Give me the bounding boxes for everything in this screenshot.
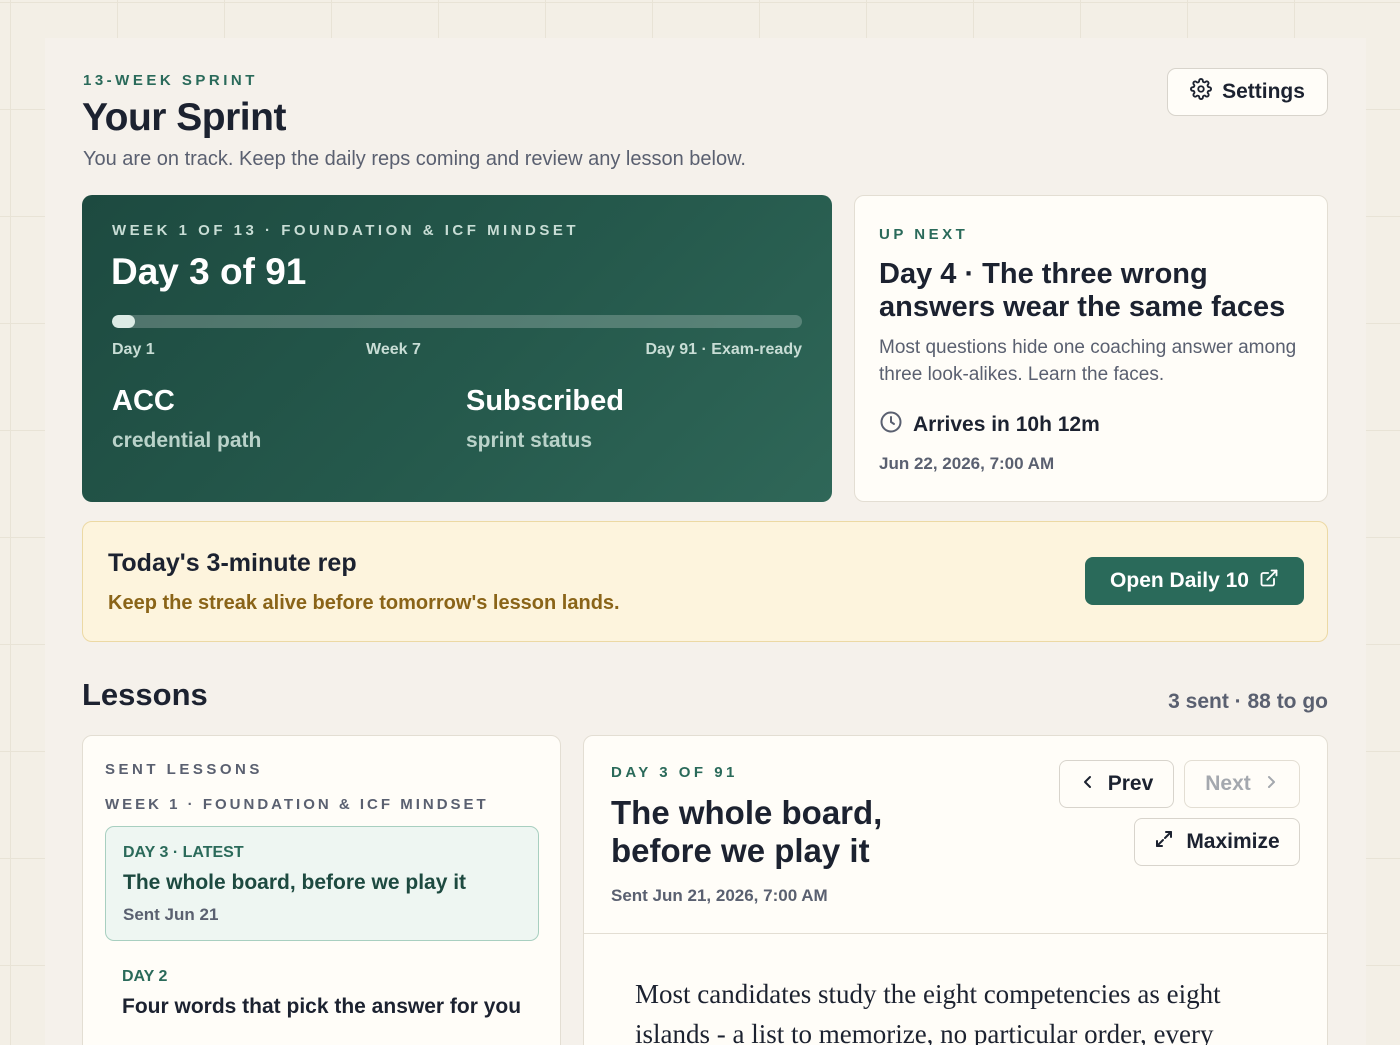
week-label: WEEK 1 OF 13 · FOUNDATION & ICF MINDSET [112, 222, 580, 239]
milestone-mid: Week 7 [366, 341, 421, 358]
lesson-body: Most candidates study the eight competen… [635, 979, 1221, 1045]
settings-button[interactable]: Settings [1167, 68, 1328, 116]
daily-rep-title: Today's 3-minute rep [108, 549, 357, 577]
up-next-title: Day 4 · The three wrong answers wear the… [879, 258, 1286, 323]
next-button[interactable]: Next [1184, 760, 1300, 808]
arrival-date: Jun 22, 2026, 7:00 AM [879, 454, 1055, 473]
credential-label: credential path [112, 429, 262, 452]
prev-label: Prev [1107, 772, 1154, 795]
daily-rep-subtitle: Keep the streak alive before tomorrow's … [108, 592, 620, 614]
clock-icon [879, 410, 903, 440]
sprint-panel: 13-WEEK SPRINT Your Sprint You are on tr… [45, 38, 1366, 1045]
up-next-eyebrow: UP NEXT [879, 226, 969, 243]
page-subtitle: You are on track. Keep the daily reps co… [83, 148, 746, 170]
lessons-heading: Lessons [82, 677, 208, 712]
day-counter: Day 3 of 91 [111, 251, 307, 292]
daily-rep-banner: Today's 3-minute rep Keep the streak ali… [82, 521, 1328, 642]
chevron-right-icon [1263, 772, 1279, 796]
lesson-item-day-3[interactable]: DAY 3 · LATEST The whole board, before w… [105, 826, 539, 941]
milestone-end: Day 91 · Exam-ready [645, 341, 802, 358]
maximize-button[interactable]: Maximize [1134, 818, 1300, 866]
prev-button[interactable]: Prev [1059, 760, 1174, 808]
lesson-sent-date: Sent Jun 21 [123, 905, 219, 924]
credential-value: ACC [112, 385, 175, 417]
page-title: Your Sprint [82, 96, 286, 139]
sent-lessons-eyebrow: SENT LESSONS [105, 761, 263, 778]
lesson-reader: DAY 3 OF 91 The whole board, before we p… [583, 735, 1328, 1045]
sprint-progress-card: WEEK 1 OF 13 · FOUNDATION & ICF MINDSET … [82, 195, 832, 502]
week-group-label: WEEK 1 · FOUNDATION & ICF MINDSET [105, 796, 489, 813]
external-link-icon [1259, 568, 1279, 594]
settings-label: Settings [1222, 80, 1305, 103]
lesson-day-label: DAY 3 · LATEST [123, 844, 244, 861]
lesson-title: The whole board, before we play it [123, 871, 467, 894]
status-label: sprint status [466, 429, 593, 452]
maximize-label: Maximize [1186, 830, 1280, 853]
arrival-text: Arrives in 10h 12m [913, 413, 1100, 436]
lesson-title: Four words that pick the answer for you [122, 995, 522, 1018]
gear-icon [1190, 78, 1213, 106]
open-daily-label: Open Daily 10 [1110, 569, 1249, 592]
reader-sent-date: Sent Jun 21, 2026, 7:00 AM [611, 886, 828, 905]
next-label: Next [1205, 772, 1251, 795]
chevron-left-icon [1080, 772, 1096, 796]
open-daily-10-button[interactable]: Open Daily 10 [1085, 557, 1304, 605]
sent-lessons-list: SENT LESSONS WEEK 1 · FOUNDATION & ICF M… [82, 735, 561, 1045]
reader-day-label: DAY 3 OF 91 [611, 764, 738, 781]
reader-title: The whole board, before we play it [611, 794, 883, 869]
progress-fill [112, 315, 135, 328]
up-next-card: UP NEXT Day 4 · The three wrong answers … [854, 195, 1328, 502]
sprint-progress-bar [112, 315, 802, 328]
page-eyebrow: 13-WEEK SPRINT [83, 72, 258, 89]
status-value: Subscribed [466, 385, 624, 417]
maximize-icon [1154, 829, 1174, 855]
lesson-item-day-2[interactable]: DAY 2 Four words that pick the answer fo… [105, 954, 539, 1045]
lesson-day-label: DAY 2 [122, 968, 168, 985]
reader-divider [584, 933, 1327, 934]
arrival-countdown: Arrives in 10h 12m [879, 410, 1100, 440]
up-next-description: Most questions hide one coaching answer … [879, 337, 1297, 385]
milestone-start: Day 1 [112, 341, 155, 358]
lessons-count: 3 sent · 88 to go [1168, 690, 1328, 713]
